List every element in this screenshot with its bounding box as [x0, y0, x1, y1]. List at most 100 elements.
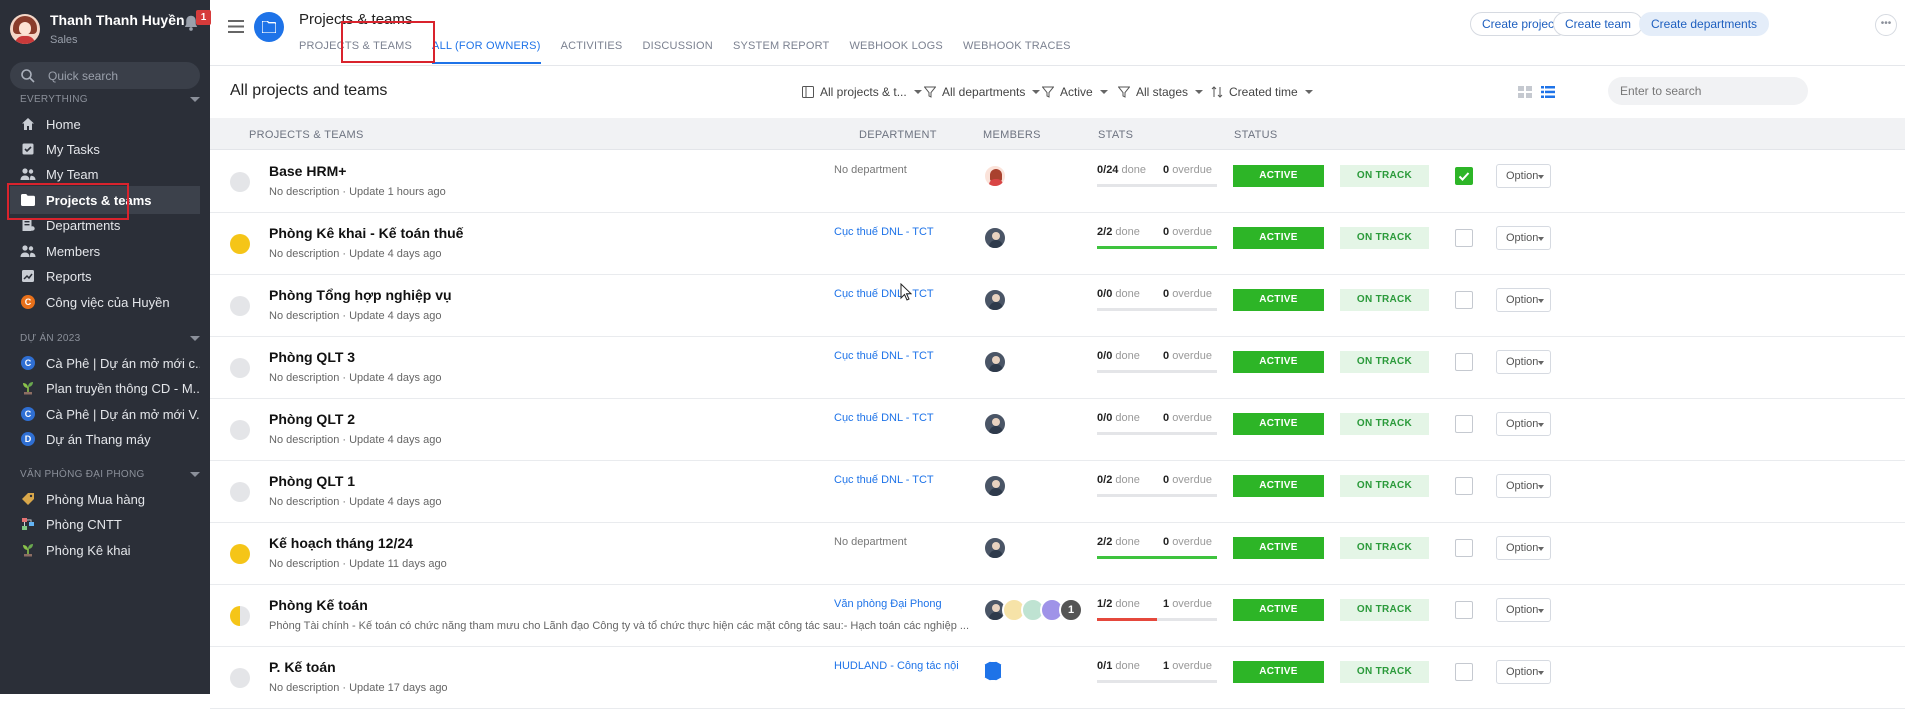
list-view-icon[interactable]: [1541, 86, 1555, 98]
project-name[interactable]: Phòng Tổng hợp nghiệp vụ: [269, 287, 452, 303]
active-status-badge[interactable]: ACTIVE: [1233, 289, 1324, 311]
sidebar-item-my-tasks[interactable]: My Tasks: [10, 135, 200, 163]
active-status-badge[interactable]: ACTIVE: [1233, 599, 1324, 621]
row-checkbox[interactable]: [1455, 353, 1473, 371]
column-header-stats[interactable]: STATS: [1098, 129, 1133, 141]
project-name[interactable]: Phòng QLT 3: [269, 349, 355, 365]
project-status-dot[interactable]: [230, 358, 250, 378]
project-status-dot[interactable]: [230, 172, 250, 192]
row-checkbox[interactable]: [1455, 601, 1473, 619]
active-status-badge[interactable]: ACTIVE: [1233, 351, 1324, 373]
row-checkbox[interactable]: [1455, 539, 1473, 557]
option-dropdown[interactable]: Option: [1496, 164, 1551, 188]
more-members-badge[interactable]: 1: [1059, 598, 1083, 622]
quick-search-input[interactable]: [48, 67, 188, 84]
row-checkbox[interactable]: [1455, 167, 1473, 185]
sort-filter[interactable]: Created time: [1211, 85, 1313, 99]
active-status-badge[interactable]: ACTIVE: [1233, 661, 1324, 683]
sidebar-office-ke-khai[interactable]: Phòng Kê khai: [10, 536, 200, 564]
tab-webhook-traces[interactable]: WEBHOOK TRACES: [963, 40, 1071, 64]
user-profile[interactable]: Thanh Thanh Huyền Sales 1: [10, 10, 211, 50]
project-status-dot[interactable]: [230, 482, 250, 502]
table-row[interactable]: Phòng Tổng hợp nghiệp vụ No description ·…: [210, 275, 1905, 337]
sidebar-office-mua-hang[interactable]: Phòng Mua hàng: [10, 485, 200, 513]
table-row[interactable]: Phòng Kê khai - Kế toán thuế No descripti…: [210, 213, 1905, 275]
row-checkbox[interactable]: [1455, 415, 1473, 433]
table-row[interactable]: Phòng QLT 3 No description · Update 4 day…: [210, 337, 1905, 399]
on-track-badge[interactable]: ON TRACK: [1340, 227, 1429, 249]
sidebar-project-ca-phe-2[interactable]: C Cà Phê | Dự án mở mới V...: [10, 400, 200, 428]
user-avatar[interactable]: [10, 14, 40, 44]
sidebar-item-members[interactable]: Members: [10, 237, 200, 265]
project-name[interactable]: Phòng QLT 1: [269, 473, 355, 489]
section-collapse-icon[interactable]: [190, 97, 200, 102]
option-dropdown[interactable]: Option: [1496, 226, 1551, 250]
on-track-badge[interactable]: ON TRACK: [1340, 165, 1429, 187]
project-status-dot[interactable]: [230, 420, 250, 440]
active-status-badge[interactable]: ACTIVE: [1233, 165, 1324, 187]
sidebar-item-cong-viec[interactable]: C Công việc của Huyền: [10, 288, 200, 316]
project-name[interactable]: Phòng QLT 2: [269, 411, 355, 427]
status-filter[interactable]: Active: [1042, 85, 1108, 99]
stages-filter[interactable]: All stages: [1118, 85, 1204, 99]
grid-view-icon[interactable]: [1518, 86, 1532, 98]
project-name[interactable]: Kế hoạch tháng 12/24: [269, 535, 413, 551]
member-avatar[interactable]: [983, 350, 1007, 374]
project-name[interactable]: Base HRM+: [269, 163, 346, 179]
sidebar-office-cntt[interactable]: Phòng CNTT: [10, 510, 200, 538]
tab-webhook-logs[interactable]: WEBHOOK LOGS: [849, 40, 942, 64]
option-dropdown[interactable]: Option: [1496, 350, 1551, 374]
table-row[interactable]: Phòng QLT 2 No description · Update 4 day…: [210, 399, 1905, 461]
column-header-projects[interactable]: PROJECTS & TEAMS: [249, 129, 364, 141]
table-row[interactable]: P. Kế toán No description · Update 17 day…: [210, 647, 1905, 709]
project-department[interactable]: HUDLAND - Công tác nội: [834, 660, 969, 672]
on-track-badge[interactable]: ON TRACK: [1340, 289, 1429, 311]
tab-system-report[interactable]: SYSTEM REPORT: [733, 40, 830, 64]
on-track-badge[interactable]: ON TRACK: [1340, 413, 1429, 435]
on-track-badge[interactable]: ON TRACK: [1340, 661, 1429, 683]
project-department[interactable]: Cục thuế DNL - TCT: [834, 412, 969, 424]
menu-icon[interactable]: [228, 20, 244, 33]
option-dropdown[interactable]: Option: [1496, 660, 1551, 684]
table-row[interactable]: Base HRM+ No description · Update 1 hours…: [210, 151, 1905, 213]
sidebar-item-reports[interactable]: Reports: [10, 262, 200, 290]
project-department[interactable]: Văn phòng Đại Phong: [834, 598, 969, 610]
tab-all-for-owners[interactable]: ALL (FOR OWNERS): [432, 40, 541, 64]
sidebar-project-thang-may[interactable]: D Dự án Thang máy: [10, 425, 200, 453]
create-departments-button[interactable]: Create departments: [1639, 12, 1770, 36]
on-track-badge[interactable]: ON TRACK: [1340, 351, 1429, 373]
member-avatar[interactable]: [983, 288, 1007, 312]
departments-filter[interactable]: All departments: [924, 85, 1041, 99]
option-dropdown[interactable]: Option: [1496, 536, 1551, 560]
sidebar-project-ca-phe-1[interactable]: C Cà Phê | Dự án mở mới c...: [10, 349, 200, 377]
project-department[interactable]: Cục thuế DNL - TCT: [834, 226, 969, 238]
member-avatar[interactable]: [983, 164, 1007, 188]
column-header-status[interactable]: STATUS: [1234, 129, 1278, 141]
member-avatar[interactable]: [983, 660, 1003, 682]
sidebar-item-home[interactable]: Home: [10, 110, 200, 138]
on-track-badge[interactable]: ON TRACK: [1340, 537, 1429, 559]
more-options-icon[interactable]: •••: [1875, 14, 1897, 36]
row-checkbox[interactable]: [1455, 229, 1473, 247]
section-collapse-icon[interactable]: [190, 336, 200, 341]
column-header-department[interactable]: DEPARTMENT: [859, 129, 937, 141]
option-dropdown[interactable]: Option: [1496, 474, 1551, 498]
project-name[interactable]: Phòng Kế toán: [269, 597, 368, 613]
tab-activities[interactable]: ACTIVITIES: [561, 40, 623, 64]
table-row[interactable]: Phòng Kế toán Phòng Tài chính - Kế toán c…: [210, 585, 1905, 647]
project-department[interactable]: Cục thuế DNL - TCT: [834, 474, 969, 486]
project-status-dot[interactable]: [230, 296, 250, 316]
project-department[interactable]: Cục thuế DNL - TCT: [834, 350, 969, 362]
tab-discussion[interactable]: DISCUSSION: [642, 40, 712, 64]
table-search-input[interactable]: [1608, 77, 1808, 105]
option-dropdown[interactable]: Option: [1496, 412, 1551, 436]
column-header-members[interactable]: MEMBERS: [983, 129, 1041, 141]
on-track-badge[interactable]: ON TRACK: [1340, 475, 1429, 497]
row-checkbox[interactable]: [1455, 663, 1473, 681]
project-status-dot[interactable]: [230, 544, 250, 564]
row-checkbox[interactable]: [1455, 291, 1473, 309]
member-avatar[interactable]: [983, 412, 1007, 436]
project-status-dot[interactable]: [230, 234, 250, 254]
project-status-dot[interactable]: [230, 668, 250, 688]
project-name[interactable]: P. Kế toán: [269, 659, 336, 675]
